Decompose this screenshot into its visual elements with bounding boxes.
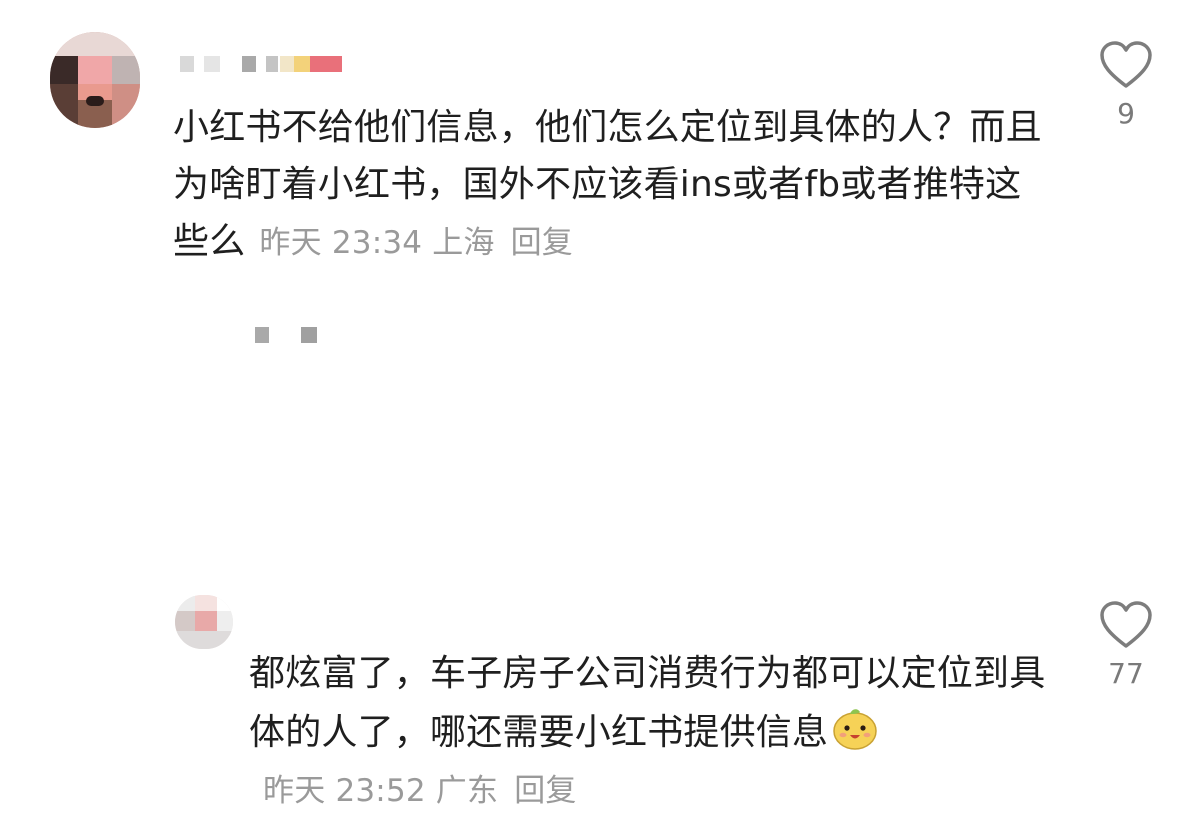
- avatar-pixel: [86, 96, 104, 106]
- avatar-pixel: [50, 32, 140, 56]
- avatar-pixel: [78, 56, 112, 84]
- smiling-mascot-emoji: [833, 709, 877, 750]
- reply-item: 都炫富了，车子房子公司消费行为都可以定位到具体的人了，哪还需要小红书提供信息 昨…: [0, 290, 1200, 809]
- username[interactable]: [255, 327, 327, 343]
- comment-location: 上海: [432, 225, 495, 261]
- reply-button[interactable]: 回复: [514, 773, 576, 809]
- username-blur-block: [310, 56, 342, 72]
- username-blur-block: [242, 56, 256, 72]
- like-count: 77: [1108, 657, 1144, 690]
- avatar[interactable]: [50, 32, 140, 128]
- avatar-pixel: [112, 56, 140, 84]
- avatar-pixel: [175, 611, 195, 631]
- avatar-pixel: [217, 595, 233, 611]
- heart-outline-icon[interactable]: [1098, 40, 1154, 90]
- reply-button[interactable]: 回复: [511, 225, 573, 261]
- avatar-pixel: [175, 595, 195, 611]
- reply-location: 广东: [435, 773, 499, 809]
- username-blur-block: [204, 56, 220, 72]
- like-count: 9: [1117, 97, 1135, 130]
- username[interactable]: [180, 56, 352, 72]
- comment-meta: 昨天 23:34 上海 回复: [259, 225, 583, 261]
- comment-time: 昨天 23:34: [259, 225, 423, 261]
- like-control: 77: [1096, 600, 1156, 690]
- avatar[interactable]: [175, 595, 233, 649]
- reply-text: 都炫富了，车子房子公司消费行为都可以定位到具体的人了，哪还需要小红书提供信息 昨…: [249, 645, 1059, 820]
- avatar-pixel: [50, 84, 78, 128]
- heart-outline-icon[interactable]: [1098, 600, 1154, 650]
- username-blur-block: [301, 327, 317, 343]
- avatar-pixel: [175, 631, 233, 649]
- username-blur-block: [266, 56, 278, 72]
- username-blur-block: [294, 56, 310, 72]
- username-blur-block: [280, 56, 294, 72]
- avatar-pixel: [50, 56, 78, 84]
- avatar-pixel: [112, 84, 140, 128]
- reply-body: 都炫富了，车子房子公司消费行为都可以定位到具体的人了，哪还需要小红书提供信息: [249, 653, 1046, 753]
- comment-text: 小红书不给他们信息，他们怎么定位到具体的人？而且为啥盯着小红书，国外不应该看in…: [173, 99, 1053, 272]
- avatar-pixel: [195, 595, 217, 611]
- like-control: 9: [1096, 40, 1156, 130]
- reply-meta: 昨天 23:52 广东 回复: [263, 773, 587, 809]
- comment-item: 小红书不给他们信息，他们怎么定位到具体的人？而且为啥盯着小红书，国外不应该看in…: [0, 0, 1200, 290]
- avatar-pixel: [195, 611, 217, 631]
- username-blur-block: [255, 327, 269, 343]
- reply-time: 昨天 23:52: [263, 773, 426, 809]
- username-blur-block: [180, 56, 194, 72]
- avatar-pixel: [217, 611, 233, 631]
